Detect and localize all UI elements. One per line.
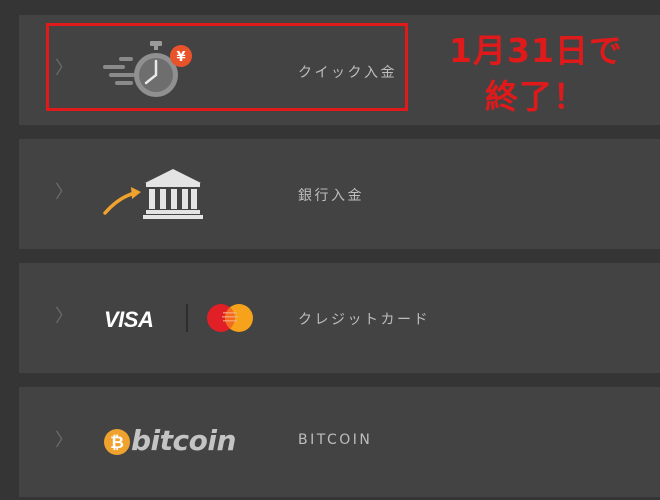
annotation-line-2: 終了！ xyxy=(485,77,587,116)
payment-label-credit-card: クレジットカード xyxy=(298,312,430,328)
visa-logo: VISA xyxy=(104,307,154,332)
payment-row-bitcoin[interactable]: 〉 ₿ bitcoin BITCOIN xyxy=(19,387,660,497)
bitcoin-wordmark: bitcoin xyxy=(131,424,236,457)
payment-row-credit-card[interactable]: 〉 VISA クレジットカード xyxy=(19,263,660,373)
bitcoin-symbol: ₿ xyxy=(110,433,124,453)
bitcoin-logo-icon: ₿ xyxy=(104,429,130,455)
payment-row-bank-deposit[interactable]: 〉 銀行入金 xyxy=(19,139,660,249)
bank-transfer-icon xyxy=(103,169,203,219)
chevron-right-icon: 〉 xyxy=(55,182,73,203)
payment-label-bitcoin: BITCOIN xyxy=(298,432,373,448)
chevron-right-icon: 〉 xyxy=(55,430,73,451)
chevron-right-icon: 〉 xyxy=(55,306,73,327)
logo-divider xyxy=(186,304,188,332)
mastercard-logo-icon xyxy=(207,304,253,332)
annotation-line-1: 1月31日で xyxy=(449,31,623,70)
annotation-highlight-box xyxy=(46,23,408,111)
payment-label-bank-deposit: 銀行入金 xyxy=(298,188,364,204)
annotation-notice: 1月31日で 終了！ xyxy=(418,28,654,120)
